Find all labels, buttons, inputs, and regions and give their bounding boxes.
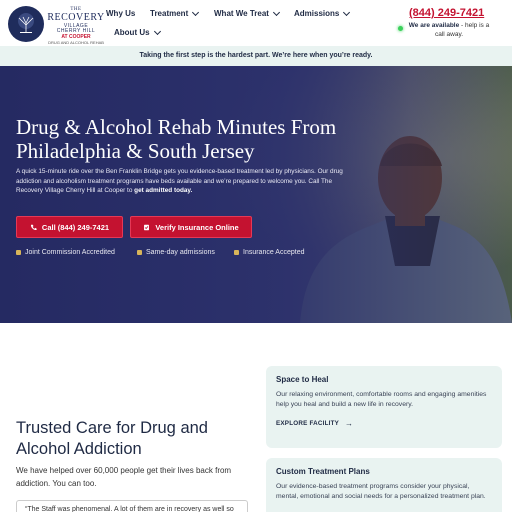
- nav-treatment[interactable]: Treatment: [150, 8, 200, 18]
- nav-about-us[interactable]: About Us: [114, 27, 161, 37]
- explore-facility-label: EXPLORE FACILITY: [276, 420, 340, 428]
- explore-facility-link[interactable]: EXPLORE FACILITY →: [276, 419, 492, 428]
- nav-admissions-label: Admissions: [294, 9, 340, 18]
- call-button-label: Call (844) 249-7421: [41, 222, 110, 232]
- badge-same-day: Same-day admissions: [137, 249, 215, 256]
- verify-insurance-button[interactable]: Verify Insurance Online: [130, 216, 252, 238]
- header-phone-link[interactable]: (844) 249-7421: [409, 7, 484, 19]
- card-custom-treatment: Custom Treatment Plans Our evidence-base…: [266, 458, 502, 512]
- logo-tree-icon[interactable]: [8, 6, 44, 42]
- chevron-down-icon: [272, 8, 281, 16]
- nav-why-us[interactable]: Why Us: [106, 9, 135, 18]
- chevron-down-icon: [192, 8, 200, 16]
- status-online-icon: [398, 26, 403, 31]
- badge-joint-commission: Joint Commission Accredited: [16, 249, 115, 256]
- card-space-to-heal-title: Space to Heal: [276, 375, 329, 384]
- hero-description: A quick 15-minute ride over the Ben Fran…: [16, 167, 346, 196]
- hero-section: Drug & Alcohol Rehab Minutes From Philad…: [0, 66, 512, 323]
- calendar-icon: [137, 250, 142, 255]
- section-title: Trusted Care for Drug and Alcohol Addict…: [16, 419, 208, 458]
- chevron-down-icon: [153, 27, 161, 35]
- hero-body-bold: get admitted today.: [134, 187, 193, 195]
- hero-title: Drug & Alcohol Rehab Minutes From Philad…: [16, 115, 337, 164]
- nav-what-we-treat-label: What We Treat: [214, 9, 269, 18]
- card-custom-treatment-body: Our evidence-based treatment programs co…: [276, 483, 486, 501]
- arrow-right-icon: →: [345, 419, 354, 429]
- call-button[interactable]: Call (844) 249-7421: [16, 216, 123, 238]
- card-custom-treatment-title: Custom Treatment Plans: [276, 467, 370, 476]
- availability-bold: We are available: [408, 22, 460, 29]
- nav-treatment-label: Treatment: [150, 9, 189, 18]
- testimonial-quote: “The Staff was phenomenal. A lot of them…: [16, 500, 248, 512]
- badge-joint-commission-label: Joint Commission Accredited: [25, 249, 115, 256]
- logo-wordmark[interactable]: THE RECOVERY VILLAGE CHERRY HILL AT COOP…: [47, 7, 105, 45]
- shield-icon: [234, 250, 239, 255]
- nav-why-us-label: Why Us: [106, 9, 136, 18]
- badge-insurance-label: Insurance Accepted: [243, 249, 305, 256]
- document-check-icon: [144, 224, 150, 230]
- verify-insurance-button-label: Verify Insurance Online: [155, 222, 239, 232]
- phone-icon: [30, 224, 37, 230]
- badge-same-day-label: Same-day admissions: [146, 249, 215, 256]
- seal-icon: [16, 250, 21, 255]
- logo-line2: RECOVERY: [47, 12, 105, 23]
- nav-admissions[interactable]: Admissions: [294, 8, 351, 18]
- card-space-to-heal-body: Our relaxing environment, comfortable ro…: [276, 391, 487, 409]
- announcement-banner: Taking the first step is the hardest par…: [0, 46, 512, 66]
- nav-about-us-label: About Us: [114, 28, 150, 37]
- availability-text: We are available - help is a call away.: [404, 21, 494, 39]
- badge-insurance: Insurance Accepted: [234, 249, 305, 256]
- card-space-to-heal: Space to Heal Our relaxing environment, …: [266, 366, 502, 448]
- logo-line6: DRUG AND ALCOHOL REHAB: [48, 40, 104, 45]
- section-body: We have helped over 60,000 people get th…: [16, 466, 232, 488]
- chevron-down-icon: [343, 8, 351, 16]
- nav-what-we-treat[interactable]: What We Treat: [214, 8, 281, 18]
- site-header: THE RECOVERY VILLAGE CHERRY HILL AT COOP…: [0, 0, 512, 46]
